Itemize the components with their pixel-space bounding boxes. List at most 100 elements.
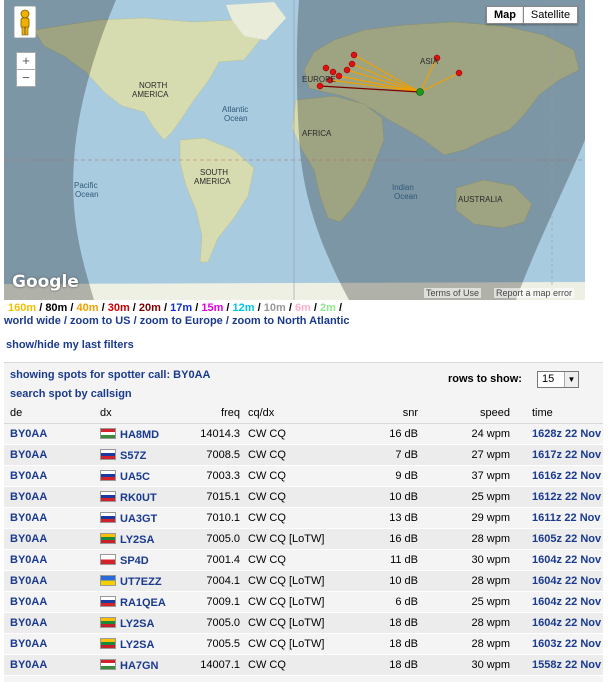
time-link[interactable]: 1558z 22 Nov: [532, 659, 601, 671]
table-row: BY0AA HA8MD 14014.3 CW CQ 16 dB 24 wpm 1628z 2…: [4, 423, 603, 445]
night-shade-right: [296, 0, 585, 300]
table-row: BY0AA LY2SA 7005.0 CW CQ [LoTW] 18 dB 28 wpm 1…: [4, 612, 603, 634]
spotter-call-link[interactable]: BY0AA: [10, 449, 47, 461]
band-7[interactable]: 12m: [233, 302, 255, 314]
spotter-call-link[interactable]: BY0AA: [10, 596, 47, 608]
spotter-call-link[interactable]: BY0AA: [10, 575, 47, 587]
band-separator: /: [254, 302, 264, 314]
country-flag-icon: [100, 490, 116, 502]
time-link[interactable]: 1603z 22 Nov: [532, 638, 601, 650]
report-map-error-link[interactable]: Report a map error: [494, 288, 575, 298]
band-6[interactable]: 15m: [201, 302, 223, 314]
speed-cell: 28 wpm: [418, 612, 510, 634]
snr-cell: 18 dB: [378, 654, 418, 676]
showing-spots-link[interactable]: showing spots for spotter call: BY0AA: [10, 369, 210, 381]
dx-call-link[interactable]: LY2SA: [120, 534, 154, 546]
band-2[interactable]: 40m: [77, 302, 99, 314]
band-1[interactable]: 80m: [45, 302, 67, 314]
show-hide-filters-link[interactable]: show/hide my last filters: [6, 339, 134, 351]
dx-call-link[interactable]: HA8MD: [120, 429, 159, 441]
speed-cell: 28 wpm: [418, 570, 510, 592]
search-spot-link[interactable]: search spot by callsign: [10, 388, 132, 400]
map-type-map-button[interactable]: Map: [486, 6, 524, 24]
dx-call-link[interactable]: UA5C: [120, 471, 150, 483]
freq-cell: 14007.1: [190, 654, 240, 676]
zoom-separator: /: [60, 315, 71, 327]
zoom-link-3[interactable]: zoom to North Atlantic: [232, 315, 350, 327]
zoom-in-button[interactable]: +: [16, 52, 36, 70]
spotter-call-link[interactable]: BY0AA: [10, 512, 47, 524]
spotter-call-link[interactable]: BY0AA: [10, 533, 47, 545]
dx-call-link[interactable]: LY2SA: [120, 639, 154, 651]
header-de[interactable]: de: [4, 403, 100, 424]
time-link[interactable]: 1604z 22 Nov: [532, 596, 601, 608]
band-4[interactable]: 20m: [139, 302, 161, 314]
zoom-out-button[interactable]: −: [16, 69, 36, 87]
time-link[interactable]: 1605z 22 Nov: [532, 533, 601, 545]
zoom-link-2[interactable]: zoom to Europe: [140, 315, 223, 327]
band-10[interactable]: 2m: [320, 302, 336, 314]
dx-call-link[interactable]: UT7EZZ: [120, 576, 162, 588]
time-link[interactable]: 1612z 22 Nov: [532, 491, 601, 503]
band-3[interactable]: 30m: [108, 302, 130, 314]
spot-map[interactable]: NORTH AMERICA Atlantic Ocean SOUTH AMERICA …: [4, 0, 585, 300]
time-link[interactable]: 1604z 22 Nov: [532, 617, 601, 629]
spotter-call-link[interactable]: BY0AA: [10, 491, 47, 503]
spotter-call-link[interactable]: BY0AA: [10, 617, 47, 629]
map-type-satellite-button[interactable]: Satellite: [523, 6, 578, 24]
time-link[interactable]: 1604z 22 Nov: [532, 554, 601, 566]
spotter-call-link[interactable]: BY0AA: [10, 554, 47, 566]
spotter-call-link[interactable]: BY0AA: [10, 428, 47, 440]
spotter-call-link[interactable]: BY0AA: [10, 470, 47, 482]
time-link[interactable]: 1628z 22 Nov: [532, 428, 601, 440]
freq-cell: 7009.1: [190, 591, 240, 613]
band-separator: /: [223, 302, 233, 314]
freq-cell: 7005.0: [190, 528, 240, 550]
time-link[interactable]: 1617z 22 Nov: [532, 449, 601, 461]
header-dx[interactable]: dx: [100, 403, 190, 424]
spotter-call-link[interactable]: BY0AA: [10, 659, 47, 671]
terms-of-use-link[interactable]: Terms of Use: [424, 288, 482, 298]
rows-to-show-select[interactable]: 15 ▼: [537, 371, 579, 388]
google-logo: Google: [12, 272, 79, 292]
time-link[interactable]: 1611z 22 Nov: [532, 512, 601, 524]
spots-panel: showing spots for spotter call: BY0AA se…: [4, 362, 603, 682]
dx-call-link[interactable]: LY2SA: [120, 618, 154, 630]
speed-cell: 29 wpm: [418, 507, 510, 529]
dx-call-link[interactable]: RA1QEA: [120, 597, 166, 609]
label-atlantic: Atlantic Ocean: [222, 105, 248, 123]
snr-cell: 18 dB: [378, 612, 418, 634]
label-asia: ASIA: [420, 57, 439, 66]
speed-cell: 24 wpm: [418, 423, 510, 445]
header-time[interactable]: time: [510, 403, 603, 424]
band-9[interactable]: 6m: [295, 302, 311, 314]
speed-cell: 30 wpm: [418, 654, 510, 676]
header-speed[interactable]: speed: [418, 403, 510, 424]
header-snr[interactable]: snr: [378, 403, 418, 424]
spotter-call-link[interactable]: BY0AA: [10, 638, 47, 650]
dx-call-link[interactable]: RK0UT: [120, 492, 157, 504]
chevron-down-icon: ▼: [564, 372, 578, 387]
band-separator: /: [285, 302, 295, 314]
table-header-row: de dx freq cq/dx snr speed time: [4, 403, 603, 424]
header-freq[interactable]: freq: [190, 403, 240, 424]
zoom-link-1[interactable]: zoom to US: [70, 315, 131, 327]
band-0[interactable]: 160m: [8, 302, 36, 314]
dx-call-link[interactable]: SP4D: [120, 555, 149, 567]
band-8[interactable]: 10m: [264, 302, 286, 314]
country-flag-icon: [100, 511, 116, 523]
dx-call-link[interactable]: UA3GT: [120, 513, 157, 525]
zoom-separator: /: [130, 315, 140, 327]
cq-dx-cell: CW CQ: [240, 486, 378, 508]
header-cq-dx[interactable]: cq/dx: [240, 403, 378, 424]
band-5[interactable]: 17m: [170, 302, 192, 314]
street-view-pegman-icon[interactable]: [14, 6, 36, 38]
table-row: BY0AA LY2SA 7005.0 CW CQ [LoTW] 16 dB 28 wpm 1…: [4, 528, 603, 550]
freq-cell: 7010.1: [190, 507, 240, 529]
time-link[interactable]: 1616z 22 Nov: [532, 470, 601, 482]
time-link[interactable]: 1604z 22 Nov: [532, 575, 601, 587]
dx-call-link[interactable]: S57Z: [120, 450, 146, 462]
freq-cell: 7005.0: [190, 612, 240, 634]
zoom-link-0[interactable]: world wide: [4, 315, 61, 327]
dx-call-link[interactable]: HA7GN: [120, 660, 159, 672]
